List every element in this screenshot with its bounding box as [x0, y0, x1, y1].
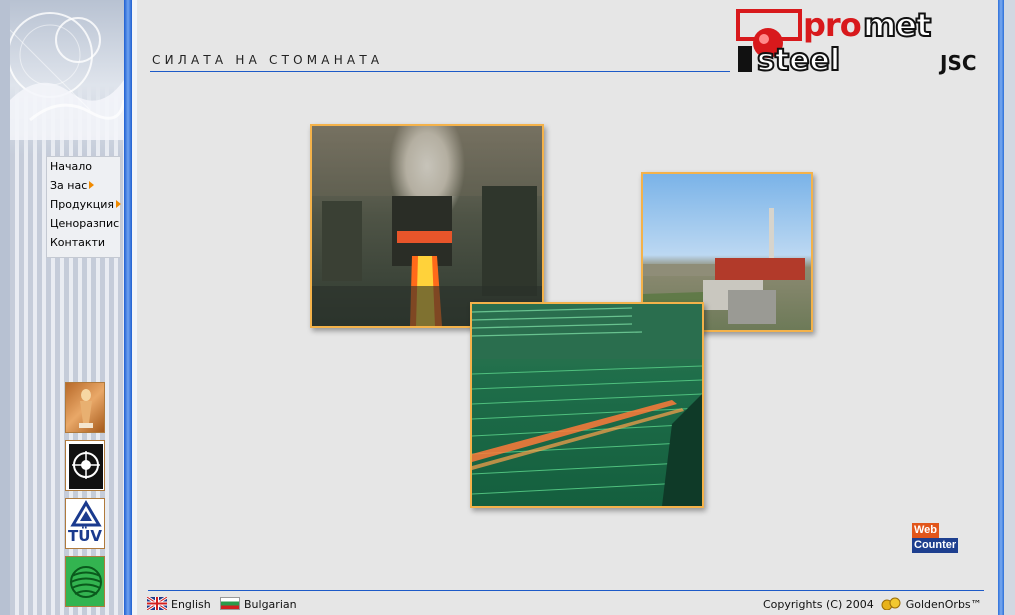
header-divider: [150, 71, 730, 72]
tuv-label: TÜV: [67, 527, 103, 545]
web-counter-badge[interactable]: WebCounter: [912, 523, 982, 553]
nav-item-label: Продукция: [50, 198, 114, 211]
sidebar-light-bar: [132, 0, 137, 615]
nav-item-pricelist[interactable]: Ценоразпис: [47, 214, 120, 233]
cooling-bed-photo: [470, 302, 704, 508]
steel-mill-photo: [310, 124, 544, 328]
web-counter-part2: Counter: [912, 538, 959, 553]
nav-item-products[interactable]: Продукция: [47, 195, 121, 214]
logo-met: met: [863, 6, 931, 44]
statuette-icon: [79, 389, 93, 428]
globe-decoration: [10, 0, 124, 155]
footer-copyright: Copyrights (C) 2004 GoldenOrbs™: [763, 597, 982, 612]
compass-seal-icon: [69, 444, 103, 489]
nav-item-about[interactable]: За нас: [47, 176, 120, 195]
credit-link[interactable]: GoldenOrbs™: [906, 598, 982, 611]
tuv-badge[interactable]: TÜV: [65, 498, 105, 549]
main-nav: Начало За нас Продукция Ценоразпис Конта…: [46, 156, 121, 258]
page-tagline: СИЛАТА НА СТОМАНАТА: [152, 53, 384, 67]
uk-flag-icon: [147, 597, 167, 610]
tuv-triangle-icon: [70, 500, 102, 527]
nav-item-home[interactable]: Начало: [47, 157, 120, 176]
cooling-bed-rebar-icon: [472, 304, 702, 506]
language-bulgarian-link[interactable]: Bulgarian: [220, 597, 297, 611]
language-bulgarian-label: Bulgarian: [244, 598, 297, 611]
nav-item-label: Начало: [50, 160, 93, 173]
promet-steel-logo[interactable]: pro met steel JSC: [735, 6, 980, 76]
right-edge: [1004, 0, 1015, 615]
nav-item-label: Ценоразпис: [50, 217, 120, 230]
language-english-label: English: [171, 598, 211, 611]
copyright-text: Copyrights (C) 2004: [763, 598, 874, 611]
award-statuette-badge[interactable]: [65, 382, 105, 433]
striped-globe-icon: [70, 566, 102, 598]
nav-item-label: Контакти: [50, 236, 106, 249]
globe-icon: [10, 12, 124, 140]
sidebar-blue-bar: [124, 0, 132, 615]
nav-item-label: За нас: [50, 179, 88, 192]
web-counter-part1: Web: [912, 523, 940, 538]
nav-item-contacts[interactable]: Контакти: [47, 233, 120, 252]
submenu-arrow-icon: [116, 200, 121, 208]
logo-pro: pro: [803, 6, 861, 44]
footer-divider: [148, 590, 984, 591]
certification-badge[interactable]: [65, 440, 105, 491]
submenu-arrow-icon: [89, 181, 95, 189]
steel-mill-hot-rolling-icon: [312, 126, 542, 326]
bulgarian-flag-icon: [220, 597, 240, 610]
logo-steel: steel: [757, 43, 840, 76]
sidebar: Начало За нас Продукция Ценоразпис Конта…: [0, 0, 137, 615]
quality-globe-badge[interactable]: [65, 556, 105, 607]
language-english-link[interactable]: English: [147, 597, 211, 611]
golden-orbs-icon: [881, 597, 901, 610]
logo-jsc: JSC: [938, 51, 977, 75]
sidebar-edge: [0, 0, 10, 615]
